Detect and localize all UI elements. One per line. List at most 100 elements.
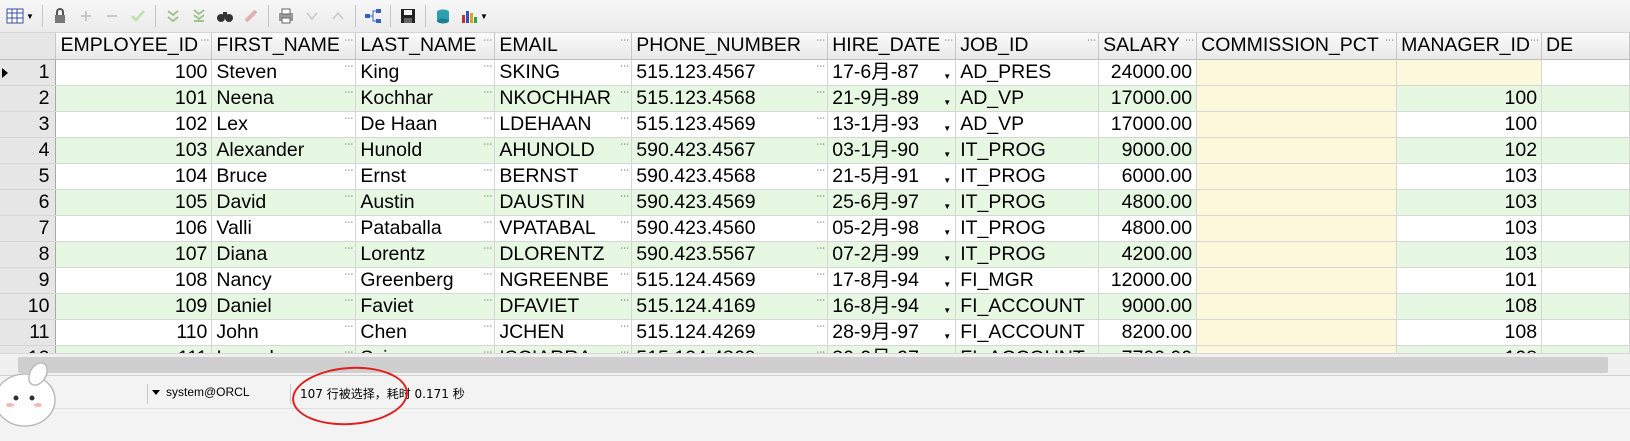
table-cell[interactable] — [1196, 215, 1398, 242]
row-number[interactable]: 1 — [0, 59, 57, 86]
table-cell[interactable]: 30-9月-97▼ — [827, 345, 957, 353]
table-cell[interactable]: 590.423.4568 ⋯ — [631, 163, 829, 190]
table-cell[interactable]: 4200.00 — [1098, 241, 1198, 268]
cell-ellipsis-icon[interactable]: ⋯ — [483, 217, 492, 226]
table-cell[interactable]: DLORENTZ ⋯ — [494, 241, 633, 268]
table-row[interactable]: 3 102 Lex ⋯ De Haan ⋯ LDEHAAN ⋯ 515.123.4569 ⋯ 13-… — [0, 111, 1630, 138]
table-cell[interactable]: 12000.00 — [1098, 267, 1198, 294]
table-cell[interactable]: 106 — [55, 215, 213, 242]
table-cell[interactable]: Greenberg ⋯ — [355, 267, 496, 294]
table-cell[interactable] — [1541, 111, 1630, 138]
cell-ellipsis-icon[interactable]: ⋯ — [816, 321, 825, 330]
scrollbar-thumb[interactable] — [18, 357, 1608, 373]
table-cell[interactable]: JCHEN ⋯ — [494, 319, 633, 346]
cell-ellipsis-icon[interactable]: ⋯ — [816, 165, 825, 174]
table-cell[interactable]: 515.123.4569 ⋯ — [631, 111, 829, 138]
table-row[interactable]: 6 105 David ⋯ Austin ⋯ DAUSTIN ⋯ 590.423.4569 ⋯ 25… — [0, 189, 1630, 216]
column-header[interactable]: SALARY ⋯ — [1098, 33, 1198, 60]
table-row[interactable]: 8 107 Diana ⋯ Lorentz ⋯ DLORENTZ ⋯ 590.423.5567 ⋯… — [0, 241, 1630, 268]
cell-ellipsis-icon[interactable]: ⋯ — [816, 269, 825, 278]
table-cell[interactable]: 4800.00 — [1098, 189, 1198, 216]
cell-ellipsis-icon[interactable]: ⋯ — [620, 113, 629, 122]
row-number[interactable]: 2 — [0, 85, 57, 112]
cell-ellipsis-icon[interactable]: ⋯ — [816, 295, 825, 304]
table-cell[interactable]: 100 — [55, 59, 213, 86]
table-cell[interactable]: 101 — [1396, 267, 1543, 294]
table-cell[interactable]: 25-6月-97 ▼ — [827, 189, 957, 216]
table-cell[interactable]: 21-5月-91 ▼ — [827, 163, 957, 190]
table-cell[interactable]: FI_MGR — [955, 267, 1100, 294]
cell-ellipsis-icon[interactable]: ⋯ — [620, 191, 629, 200]
table-cell[interactable] — [1396, 59, 1543, 86]
table-cell[interactable]: FI_ACCOUNT — [955, 319, 1100, 346]
table-cell[interactable]: 17-6月-87 ▼ — [827, 59, 957, 86]
table-cell[interactable]: 8200.00 — [1098, 319, 1198, 346]
column-header[interactable]: MANAGER_ID ⋯ — [1396, 33, 1543, 60]
table-cell[interactable] — [1196, 189, 1398, 216]
cell-ellipsis-icon[interactable]: ⋯ — [620, 61, 629, 70]
column-header[interactable]: EMAIL ⋯ — [494, 33, 633, 60]
table-row[interactable]: 2 101 Neena ⋯ Kochhar ⋯ NKOCHHAR ⋯ 515.123.4568 ⋯… — [0, 85, 1630, 112]
table-cell[interactable]: NKOCHHAR ⋯ — [494, 85, 633, 112]
date-dropdown-icon[interactable]: ▼ — [943, 246, 951, 267]
table-cell[interactable]: 17000.00 — [1098, 85, 1198, 112]
cell-ellipsis-icon[interactable]: ⋯ — [344, 61, 353, 70]
table-cell[interactable]: 107 — [55, 241, 213, 268]
table-cell[interactable]: 104 — [55, 163, 213, 190]
table-cell[interactable]: 07-2月-99 ▼ — [827, 241, 957, 268]
table-cell[interactable]: 109 — [55, 293, 213, 320]
table-cell[interactable]: IT_PROG — [955, 137, 1100, 164]
table-cell[interactable]: Chen ⋯ — [355, 319, 496, 346]
cell-ellipsis-icon[interactable]: ⋯ — [344, 165, 353, 174]
cell-ellipsis-icon[interactable]: ⋯ — [344, 87, 353, 96]
table-cell[interactable]: DFAVIET ⋯ — [494, 293, 633, 320]
cell-ellipsis-icon[interactable]: ⋯ — [483, 139, 492, 148]
cell-ellipsis-icon[interactable]: ⋯ — [483, 165, 492, 174]
cell-ellipsis-icon[interactable]: ⋯ — [620, 295, 629, 304]
table-cell[interactable] — [1541, 293, 1630, 320]
column-header[interactable]: JOB_ID ⋯ — [955, 33, 1100, 60]
table-cell[interactable]: 103 — [1396, 215, 1543, 242]
table-cell[interactable]: 515.124.4269 ⋯ — [631, 319, 829, 346]
table-row[interactable]: 9 108 Nancy ⋯ Greenberg ⋯ NGREENBE ⋯ 515.124.456… — [0, 267, 1630, 294]
table-cell[interactable] — [1196, 267, 1398, 294]
table-row[interactable]: 12111Ismael⋯Sciarra⋯ISCIARRA⋯515.124.436… — [0, 345, 1630, 353]
table-row[interactable]: 7 106 Valli ⋯ Pataballa ⋯ VPATABAL ⋯ 590.423.456… — [0, 215, 1630, 242]
row-number[interactable]: 10 — [0, 293, 57, 320]
table-cell[interactable]: ISCIARRA⋯ — [494, 345, 633, 353]
column-header[interactable]: FIRST_NAME ⋯ — [211, 33, 357, 60]
table-cell[interactable]: Hunold ⋯ — [355, 137, 496, 164]
table-cell[interactable]: 108 — [1396, 345, 1543, 353]
table-cell[interactable]: Ernst ⋯ — [355, 163, 496, 190]
cell-ellipsis-icon[interactable]: ⋯ — [483, 321, 492, 330]
cell-ellipsis-icon[interactable]: ⋯ — [483, 87, 492, 96]
table-cell[interactable] — [1196, 319, 1398, 346]
grid-view-button[interactable]: ▼ — [2, 3, 38, 29]
cell-ellipsis-icon[interactable]: ⋯ — [620, 243, 629, 252]
date-dropdown-icon[interactable]: ▼ — [943, 142, 951, 163]
table-cell[interactable] — [1196, 241, 1398, 268]
table-cell[interactable]: Sciarra⋯ — [355, 345, 496, 353]
table-cell[interactable]: 110 — [55, 319, 213, 346]
table-cell[interactable] — [1541, 59, 1630, 86]
table-cell[interactable]: 17000.00 — [1098, 111, 1198, 138]
table-cell[interactable]: 590.423.4560 ⋯ — [631, 215, 829, 242]
table-cell[interactable]: IT_PROG — [955, 163, 1100, 190]
table-cell[interactable] — [1196, 137, 1398, 164]
horizontal-scrollbar[interactable] — [0, 353, 1630, 375]
table-cell[interactable]: 108 — [1396, 319, 1543, 346]
date-dropdown-icon[interactable]: ▼ — [943, 64, 951, 85]
table-cell[interactable]: 7700.00 — [1098, 345, 1198, 353]
table-cell[interactable]: 24000.00 — [1098, 59, 1198, 86]
table-cell[interactable]: 28-9月-97 ▼ — [827, 319, 957, 346]
table-cell[interactable]: 9000.00 — [1098, 137, 1198, 164]
table-cell[interactable]: DAUSTIN ⋯ — [494, 189, 633, 216]
connection-selector[interactable]: system@ORCL — [152, 385, 250, 399]
row-number[interactable]: 7 — [0, 215, 57, 242]
table-cell[interactable] — [1196, 293, 1398, 320]
cell-ellipsis-icon[interactable]: ⋯ — [344, 191, 353, 200]
table-cell[interactable]: John ⋯ — [211, 319, 357, 346]
table-cell[interactable]: 16-8月-94 ▼ — [827, 293, 957, 320]
table-row[interactable]: 10 109 Daniel ⋯ Faviet ⋯ DFAVIET ⋯ 515.124.4169 ⋯… — [0, 293, 1630, 320]
table-cell[interactable] — [1196, 85, 1398, 112]
